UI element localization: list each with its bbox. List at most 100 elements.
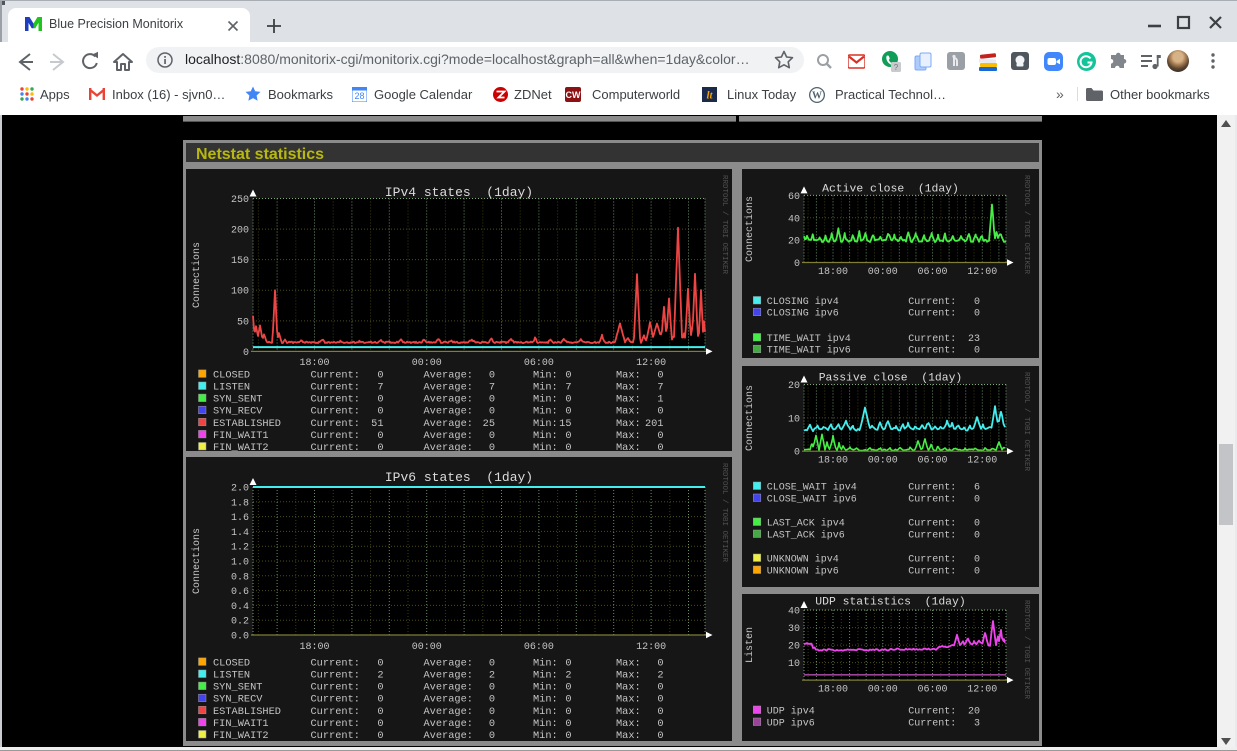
svg-text:10: 10 <box>788 414 800 425</box>
svg-text:Current:: Current: <box>311 706 360 718</box>
svg-text:0: 0 <box>974 495 980 506</box>
svg-text:0: 0 <box>657 718 663 730</box>
svg-text:10: 10 <box>788 659 800 670</box>
svg-text:3: 3 <box>974 719 980 730</box>
svg-text:RRDTOOL / TOBI OETIKER: RRDTOOL / TOBI OETIKER <box>1022 372 1030 472</box>
svg-text:Current:: Current: <box>311 430 360 442</box>
svg-text:Average:: Average: <box>424 706 473 718</box>
svg-text:Active close (1day): Active close (1day) <box>822 184 959 196</box>
svg-text:0: 0 <box>377 718 383 730</box>
svg-text:0: 0 <box>377 730 383 741</box>
svg-text:Max:: Max: <box>616 694 641 706</box>
svg-text:00:00: 00:00 <box>868 456 898 467</box>
svg-text:0: 0 <box>565 430 571 442</box>
svg-text:51: 51 <box>371 418 383 430</box>
svg-text:0: 0 <box>657 442 663 451</box>
svg-text:Min:: Min: <box>533 406 558 418</box>
svg-text:UDP statistics (1day): UDP statistics (1day) <box>815 597 965 609</box>
svg-text:Passive close (1day): Passive close (1day) <box>819 373 963 385</box>
svg-text:25: 25 <box>483 418 495 430</box>
svg-text:2: 2 <box>565 670 571 682</box>
svg-text:15: 15 <box>559 418 571 430</box>
svg-text:18:00: 18:00 <box>299 642 329 653</box>
svg-text:0: 0 <box>377 406 383 418</box>
svg-text:0.8: 0.8 <box>231 572 249 583</box>
svg-text:2: 2 <box>657 670 663 682</box>
svg-text:Current:: Current: <box>908 567 956 578</box>
svg-text:Average:: Average: <box>424 730 473 741</box>
svg-text:CLOSING ipv4: CLOSING ipv4 <box>767 296 839 308</box>
svg-text:Current:: Current: <box>908 483 956 494</box>
svg-text:20: 20 <box>788 642 800 653</box>
svg-text:150: 150 <box>231 256 249 267</box>
svg-text:Average:: Average: <box>424 670 473 682</box>
svg-text:12:00: 12:00 <box>636 358 666 369</box>
svg-text:0: 0 <box>657 430 663 442</box>
svg-text:0: 0 <box>377 430 383 442</box>
svg-text:0: 0 <box>974 346 980 357</box>
svg-text:Min:: Min: <box>533 706 558 718</box>
svg-text:200: 200 <box>231 226 249 237</box>
svg-text:250: 250 <box>231 195 249 206</box>
svg-text:12:00: 12:00 <box>967 685 997 696</box>
svg-text:00:00: 00:00 <box>868 267 898 278</box>
svg-text:Listen: Listen <box>744 627 756 663</box>
svg-text:0: 0 <box>377 682 383 694</box>
svg-text:00:00: 00:00 <box>868 685 898 696</box>
svg-text:6: 6 <box>974 483 980 494</box>
svg-text:Max:: Max: <box>616 382 641 394</box>
svg-text:Max:: Max: <box>616 418 641 430</box>
svg-text:Average:: Average: <box>424 718 473 730</box>
svg-text:0: 0 <box>377 657 383 669</box>
svg-text:Current:: Current: <box>908 495 956 506</box>
svg-text:Current:: Current: <box>908 519 956 530</box>
svg-text:?: ? <box>894 63 899 72</box>
svg-text:CLOSE_WAIT ipv4: CLOSE_WAIT ipv4 <box>767 482 857 494</box>
svg-text:2: 2 <box>377 670 383 682</box>
svg-text:lt: lt <box>706 90 713 102</box>
svg-text:40: 40 <box>788 214 800 225</box>
svg-text:0: 0 <box>657 706 663 718</box>
svg-text:0: 0 <box>974 519 980 530</box>
svg-text:18:00: 18:00 <box>818 685 848 696</box>
svg-text:0: 0 <box>565 394 571 406</box>
svg-text:Current:: Current: <box>311 406 360 418</box>
svg-text:30: 30 <box>788 624 800 635</box>
svg-text:12:00: 12:00 <box>636 642 666 653</box>
svg-text:IPv4 states (1day): IPv4 states (1day) <box>385 185 533 200</box>
svg-text:Min:: Min: <box>533 670 558 682</box>
svg-text:FIN_WAIT2: FIN_WAIT2 <box>213 442 269 451</box>
svg-text:201: 201 <box>645 418 664 430</box>
svg-text:Min:: Min: <box>533 657 558 669</box>
svg-text:Max:: Max: <box>616 442 641 451</box>
svg-text:Average:: Average: <box>424 394 473 406</box>
svg-text:0: 0 <box>657 657 663 669</box>
svg-text:LAST_ACK ipv6: LAST_ACK ipv6 <box>767 530 845 542</box>
svg-text:Min:: Min: <box>533 418 558 430</box>
svg-text:0.6: 0.6 <box>231 587 249 598</box>
svg-text:TIME_WAIT ipv4: TIME_WAIT ipv4 <box>767 333 851 345</box>
svg-text:CW: CW <box>566 90 581 100</box>
svg-text:0: 0 <box>377 369 383 381</box>
svg-text:0: 0 <box>243 348 249 359</box>
svg-text:Current:: Current: <box>311 730 360 741</box>
svg-text:Connections: Connections <box>191 528 203 594</box>
svg-text:0: 0 <box>565 706 571 718</box>
svg-text:06:00: 06:00 <box>524 358 554 369</box>
svg-text:Min:: Min: <box>533 682 558 694</box>
svg-text:LISTEN: LISTEN <box>213 382 250 394</box>
svg-text:0: 0 <box>565 657 571 669</box>
svg-text:Max:: Max: <box>616 430 641 442</box>
svg-text:0: 0 <box>565 730 571 741</box>
svg-text:Connections: Connections <box>744 385 756 451</box>
svg-text:0: 0 <box>974 297 980 308</box>
svg-text:2: 2 <box>489 670 495 682</box>
svg-text:1.6: 1.6 <box>231 513 249 524</box>
svg-text:SYN_SENT: SYN_SENT <box>213 394 262 406</box>
svg-text:Max:: Max: <box>616 657 641 669</box>
svg-text:UDP ipv4: UDP ipv4 <box>767 706 815 718</box>
svg-text:1.0: 1.0 <box>231 558 249 569</box>
svg-text:SYN_SENT: SYN_SENT <box>213 682 262 694</box>
svg-text:7: 7 <box>565 382 571 394</box>
svg-text:Average:: Average: <box>424 382 473 394</box>
